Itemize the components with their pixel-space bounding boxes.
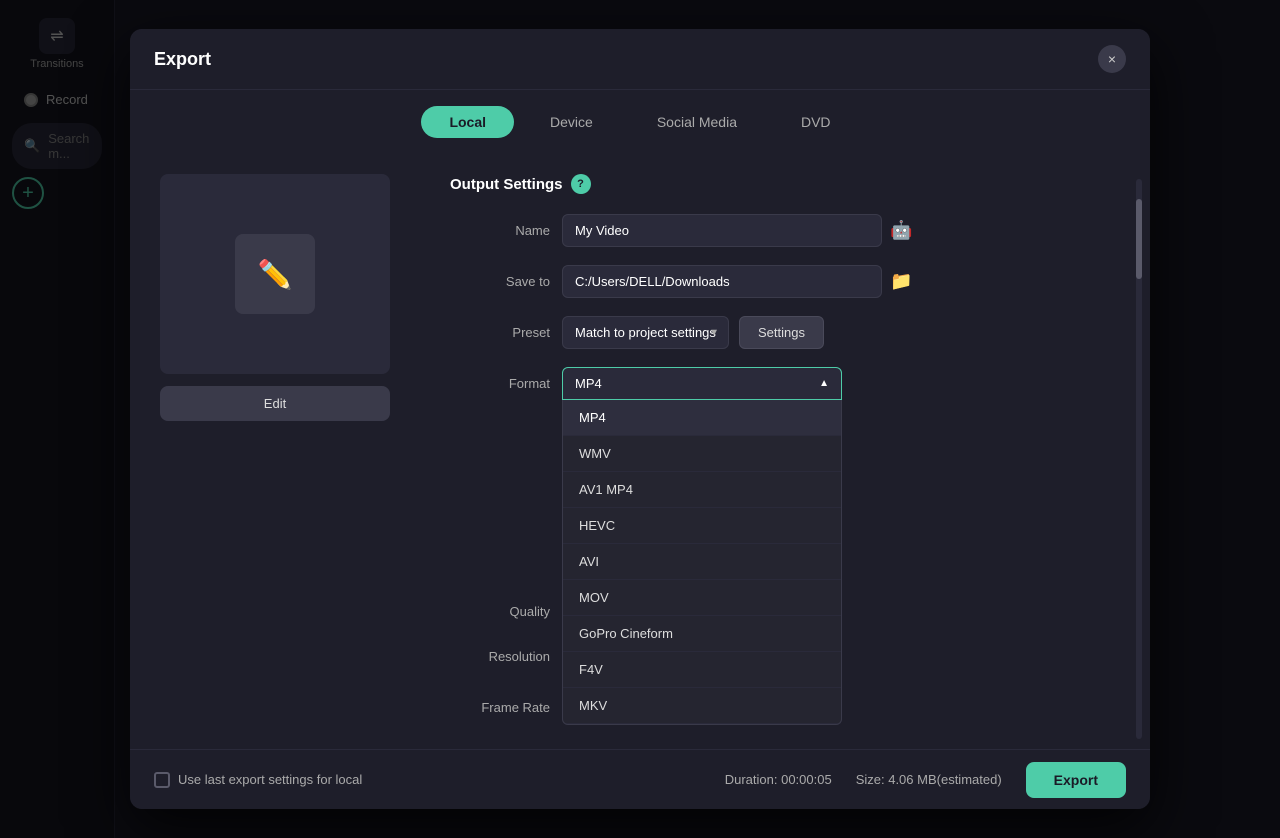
- export-button[interactable]: Export: [1026, 762, 1126, 798]
- preview-thumbnail: ✏️: [160, 174, 390, 374]
- section-title-text: Output Settings: [450, 176, 563, 193]
- format-option-wmv[interactable]: WMV: [563, 436, 841, 472]
- scroll-thumb: [1136, 199, 1142, 279]
- format-option-gopro[interactable]: GoPro Cineform: [563, 616, 841, 652]
- tab-dvd[interactable]: DVD: [773, 106, 859, 138]
- last-settings-checkbox-wrapper[interactable]: Use last export settings for local: [154, 772, 362, 788]
- modal-title: Export: [154, 49, 211, 70]
- save-to-label: Save to: [450, 274, 550, 289]
- preset-select-wrapper: Match to project settings: [562, 316, 729, 349]
- name-input[interactable]: [562, 214, 882, 247]
- footer-center: Duration: 00:00:05 Size: 4.06 MB(estimat…: [725, 762, 1126, 798]
- save-to-input[interactable]: [562, 265, 882, 298]
- ai-rename-icon[interactable]: 🤖: [890, 220, 912, 241]
- format-option-hevc[interactable]: HEVC: [563, 508, 841, 544]
- preview-panel: ✏️ Edit: [130, 154, 420, 804]
- settings-button[interactable]: Settings: [739, 316, 824, 349]
- scroll-track[interactable]: [1136, 179, 1142, 739]
- resolution-label: Resolution: [450, 649, 550, 664]
- frame-rate-label: Frame Rate: [450, 700, 550, 715]
- save-to-input-group: 📁: [562, 265, 922, 298]
- settings-panel: Output Settings ? Name 🤖 Save to 📁: [420, 154, 1150, 804]
- format-option-mkv[interactable]: MKV: [563, 688, 841, 724]
- preset-select[interactable]: Match to project settings: [562, 316, 729, 349]
- preview-icon: ✏️: [235, 234, 315, 314]
- format-row: Format MP4 ▲ MP4 WMV AV1 MP4 HEVC AVI MO…: [450, 367, 1120, 400]
- preset-label: Preset: [450, 325, 550, 340]
- duration-info: Duration: 00:00:05: [725, 772, 832, 787]
- format-option-avi[interactable]: AVI: [563, 544, 841, 580]
- format-selected-value: MP4: [575, 376, 602, 391]
- format-select-display[interactable]: MP4 ▲: [562, 367, 842, 400]
- close-button[interactable]: ×: [1098, 45, 1126, 73]
- format-option-f4v[interactable]: F4V: [563, 652, 841, 688]
- tab-social-media[interactable]: Social Media: [629, 106, 765, 138]
- format-option-mov[interactable]: MOV: [563, 580, 841, 616]
- footer-left: Use last export settings for local: [154, 772, 362, 788]
- folder-icon[interactable]: 📁: [890, 271, 912, 292]
- format-select-wrapper: MP4 ▲ MP4 WMV AV1 MP4 HEVC AVI MOV GoPro…: [562, 367, 842, 400]
- format-chevron-icon: ▲: [819, 378, 829, 389]
- modal-body: ✏️ Edit Output Settings ? Name 🤖 Save to: [130, 154, 1150, 804]
- section-icon: ?: [571, 174, 591, 194]
- preset-row: Preset Match to project settings Setting…: [450, 316, 1120, 349]
- edit-button[interactable]: Edit: [160, 386, 390, 421]
- section-title: Output Settings ?: [450, 174, 1120, 194]
- format-label: Format: [450, 376, 550, 391]
- format-dropdown: MP4 WMV AV1 MP4 HEVC AVI MOV GoPro Cinef…: [562, 400, 842, 725]
- tab-device[interactable]: Device: [522, 106, 621, 138]
- name-input-group: 🤖: [562, 214, 922, 247]
- tab-local[interactable]: Local: [421, 106, 514, 138]
- modal-footer: Use last export settings for local Durat…: [130, 749, 1150, 809]
- modal-header: Export ×: [130, 29, 1150, 90]
- last-settings-label: Use last export settings for local: [178, 772, 362, 787]
- last-settings-checkbox[interactable]: [154, 772, 170, 788]
- name-label: Name: [450, 223, 550, 238]
- size-info: Size: 4.06 MB(estimated): [856, 772, 1002, 787]
- format-option-mp4[interactable]: MP4: [563, 400, 841, 436]
- name-row: Name 🤖: [450, 214, 1120, 247]
- quality-label: Quality: [450, 604, 550, 619]
- export-modal: Export × Local Device Social Media DVD ✏…: [130, 29, 1150, 809]
- save-to-row: Save to 📁: [450, 265, 1120, 298]
- format-option-av1mp4[interactable]: AV1 MP4: [563, 472, 841, 508]
- tab-bar: Local Device Social Media DVD: [130, 90, 1150, 154]
